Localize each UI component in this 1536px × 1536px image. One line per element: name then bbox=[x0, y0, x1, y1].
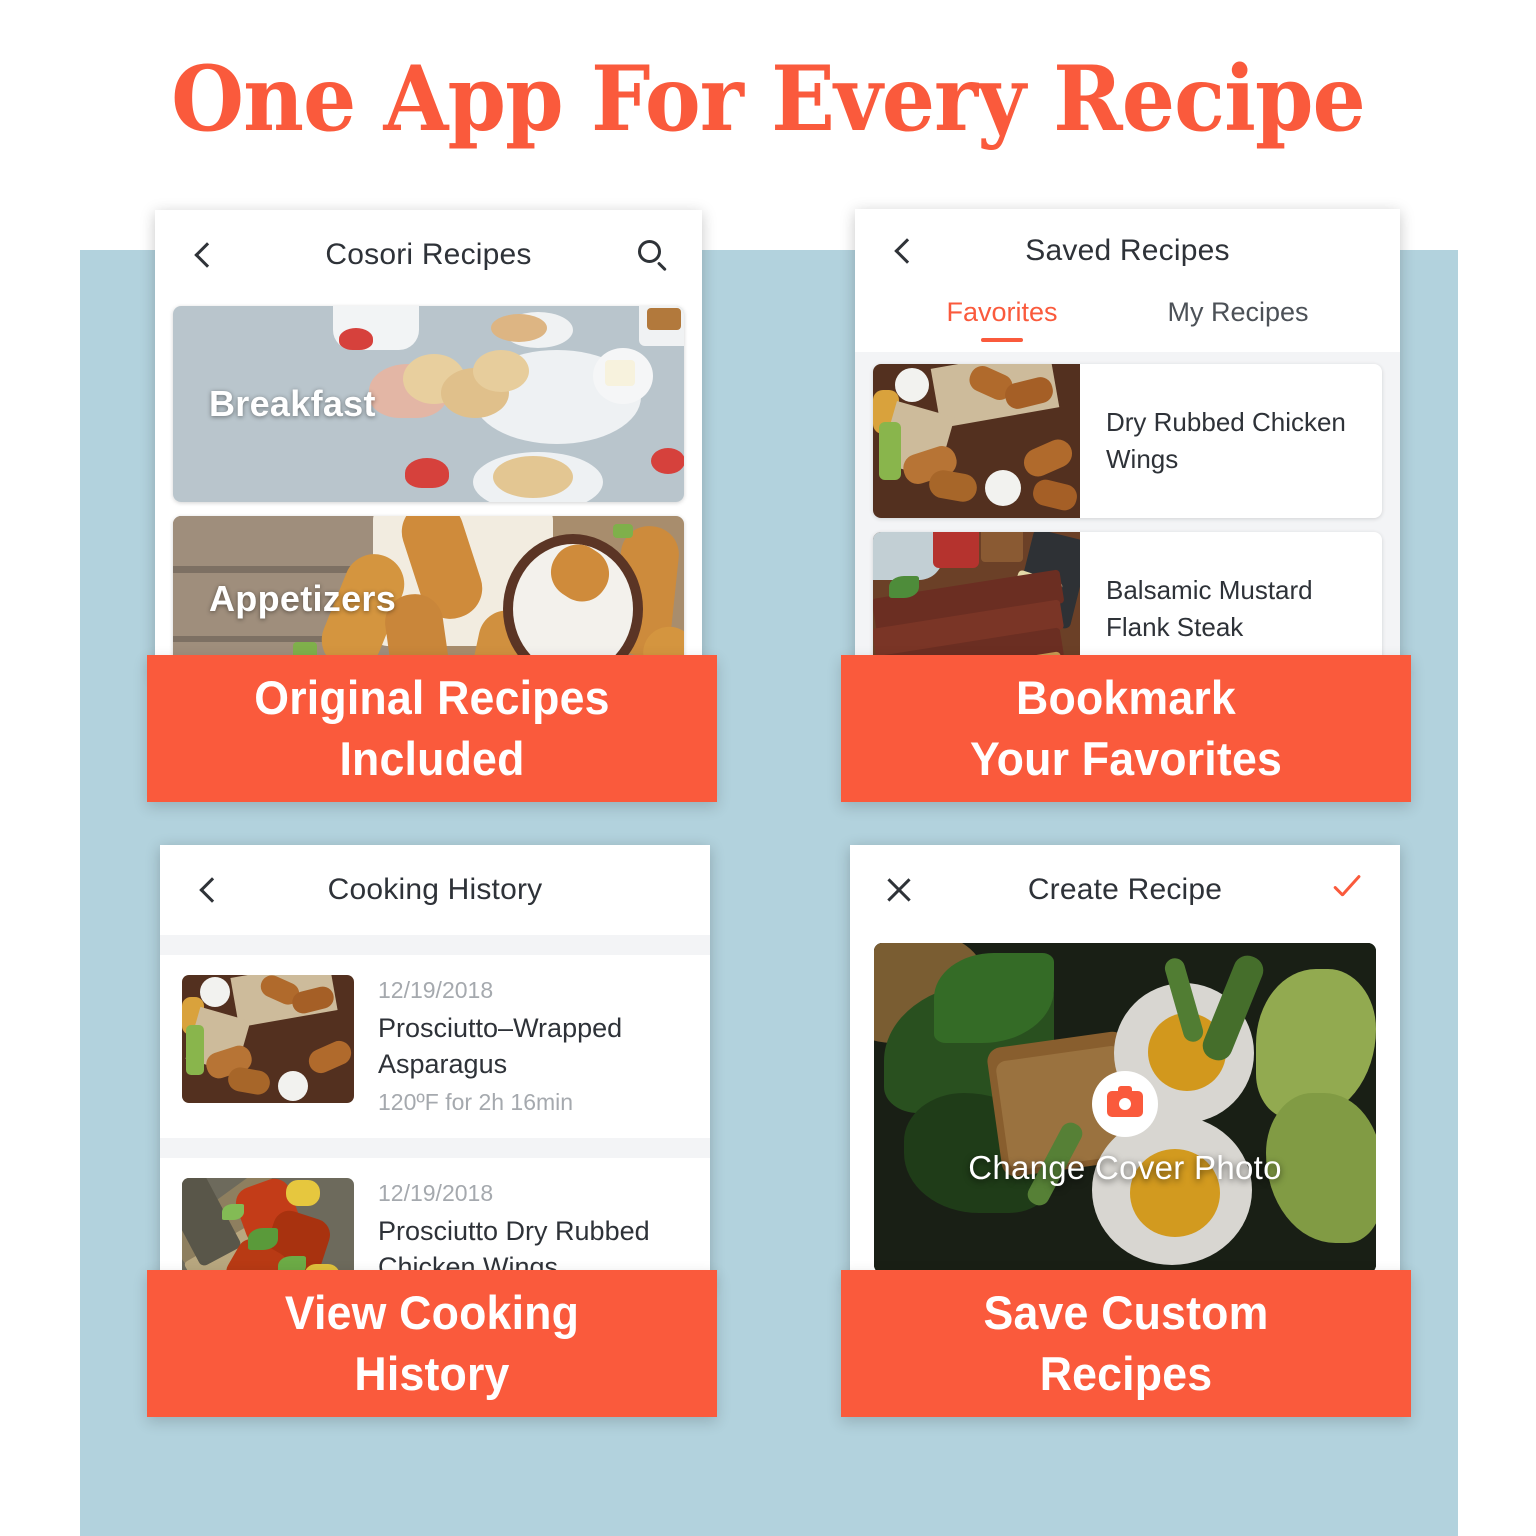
table-row[interactable]: 12/19/2018 Prosciutto Dry Rubbed Chicken… bbox=[160, 1158, 710, 1285]
tab-favorites-label: Favorites bbox=[946, 297, 1058, 327]
caption-line-1: Save Custom bbox=[983, 1286, 1269, 1340]
saved-nav-title: Saved Recipes bbox=[1025, 234, 1230, 267]
caption-line-2: History bbox=[354, 1346, 510, 1400]
category-label: Appetizers bbox=[209, 578, 397, 619]
recipe-thumbnail bbox=[873, 364, 1080, 518]
back-button[interactable] bbox=[181, 232, 227, 278]
caption-banner-original-recipes: Original Recipes Included bbox=[147, 655, 717, 802]
tab-my-recipes[interactable]: My Recipes bbox=[1168, 297, 1309, 344]
caption-banner-save-custom: Save Custom Recipes bbox=[841, 1270, 1411, 1417]
history-recipe-name: Prosciutto–Wrapped Asparagus bbox=[378, 1013, 623, 1079]
phone-mockup-history: Cooking History 12/19/2018 Prosciutto–Wr… bbox=[160, 845, 710, 1285]
caption-line-2: Included bbox=[339, 731, 525, 785]
confirm-button[interactable] bbox=[1328, 867, 1374, 913]
caption-line-2: Recipes bbox=[1039, 1346, 1213, 1400]
history-nav-title: Cooking History bbox=[327, 873, 543, 906]
phone-mockup-recipes: Cosori Recipes Breakfast Appetizers bbox=[155, 210, 702, 675]
page-title: One App For Every Recipe bbox=[171, 46, 1366, 152]
check-icon bbox=[1332, 875, 1370, 905]
category-list: Breakfast Appetizers bbox=[155, 300, 702, 675]
caption-banner-view-history: View Cooking History bbox=[147, 1270, 717, 1417]
saved-tabs: Favorites My Recipes bbox=[855, 293, 1400, 352]
history-date: 12/19/2018 bbox=[378, 977, 494, 1003]
category-label: Breakfast bbox=[209, 383, 376, 424]
list-separator bbox=[160, 1138, 710, 1159]
cover-photo-section: Change Cover Photo bbox=[850, 935, 1400, 1273]
caption-line-1: Bookmark bbox=[1016, 671, 1236, 725]
recipes-navbar: Cosori Recipes bbox=[155, 210, 702, 300]
phone-mockup-saved: Saved Recipes Favorites My Recipes Dry R… bbox=[855, 209, 1400, 674]
history-thumbnail bbox=[182, 975, 354, 1103]
saved-navbar: Saved Recipes bbox=[855, 209, 1400, 293]
tab-my-recipes-label: My Recipes bbox=[1167, 297, 1309, 327]
close-icon bbox=[882, 873, 916, 907]
history-date: 12/19/2018 bbox=[378, 1180, 494, 1207]
caption-line-2: Your Favorites bbox=[970, 731, 1282, 785]
camera-icon bbox=[1107, 1086, 1143, 1117]
history-thumbnail bbox=[182, 1178, 354, 1285]
tab-favorites[interactable]: Favorites bbox=[946, 297, 1058, 344]
category-card-breakfast[interactable]: Breakfast bbox=[173, 306, 684, 502]
promo-graphic: One App For Every Recipe Cosori Recipes bbox=[0, 0, 1536, 1536]
list-separator bbox=[160, 935, 710, 955]
list-item[interactable]: Balsamic Mustard Flank Steak bbox=[873, 532, 1382, 674]
chevron-left-icon bbox=[194, 242, 220, 268]
caption-banner-bookmark: Bookmark Your Favorites bbox=[841, 655, 1411, 802]
tab-active-underline bbox=[980, 338, 1023, 342]
camera-button[interactable] bbox=[1092, 1071, 1158, 1137]
caption-line-1: Original Recipes bbox=[254, 671, 610, 725]
create-nav-title: Create Recipe bbox=[1027, 873, 1223, 906]
history-cook-settings: 120ºF for 2h 16min bbox=[378, 1089, 574, 1116]
caption-line-1: View Cooking bbox=[284, 1286, 580, 1340]
table-row[interactable]: 12/19/2018 Prosciutto–Wrapped Asparagus … bbox=[160, 955, 710, 1139]
chevron-left-icon bbox=[199, 877, 225, 903]
phone-mockup-create: Create Recipe Change Cover Photo bbox=[850, 845, 1400, 1285]
history-navbar: Cooking History bbox=[160, 845, 710, 935]
search-button[interactable] bbox=[630, 232, 676, 278]
close-button[interactable] bbox=[876, 867, 922, 913]
recipe-thumbnail bbox=[873, 532, 1080, 674]
category-card-appetizers[interactable]: Appetizers bbox=[173, 516, 684, 675]
recipe-title: Dry Rubbed Chicken Wings bbox=[1106, 407, 1346, 474]
back-button[interactable] bbox=[186, 867, 232, 913]
recipes-nav-title: Cosori Recipes bbox=[325, 238, 532, 271]
history-details: 12/19/2018 Prosciutto–Wrapped Asparagus … bbox=[378, 975, 688, 1116]
recipe-title: Balsamic Mustard Flank Steak bbox=[1106, 575, 1313, 642]
back-button[interactable] bbox=[881, 228, 927, 274]
history-details: 12/19/2018 Prosciutto Dry Rubbed Chicken… bbox=[378, 1178, 688, 1285]
search-icon bbox=[636, 238, 670, 272]
chevron-left-icon bbox=[894, 238, 920, 264]
cover-caption: Change Cover Photo bbox=[968, 1149, 1282, 1186]
list-item[interactable]: Dry Rubbed Chicken Wings bbox=[873, 364, 1382, 518]
create-navbar: Create Recipe bbox=[850, 845, 1400, 935]
saved-recipe-list: Dry Rubbed Chicken Wings Balsamic Mustar… bbox=[855, 352, 1400, 674]
cover-photo[interactable]: Change Cover Photo bbox=[874, 943, 1376, 1273]
